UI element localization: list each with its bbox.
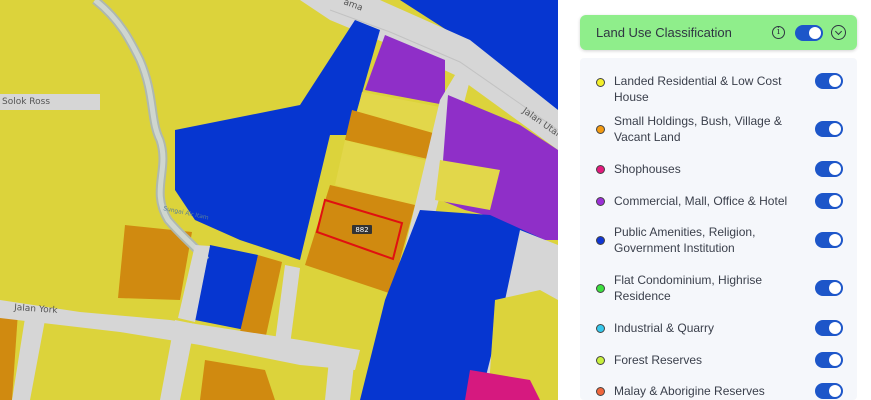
panel-title: Land Use Classification [596,25,732,40]
toggle-malay-reserves[interactable] [815,383,843,399]
color-swatch-icon [596,356,605,365]
legend-label: Small Holdings, Bush, Village & Vacant L… [614,114,782,144]
legend-label: Industrial & Quarry [614,321,715,335]
map-view[interactable]: 882 Solok Ross Jalan York Jalan Utama am… [0,0,558,400]
legend-label: Shophouses [614,162,681,176]
color-swatch-icon [596,284,605,293]
info-icon[interactable]: i [772,26,785,39]
legend-label: Forest Reserves [614,353,703,367]
layer-toggle[interactable] [795,25,823,41]
toggle-forest[interactable] [815,352,843,368]
legend-label: Landed Residential & Low Cost House [614,74,782,104]
legend-list: Landed Residential & Low Cost House Smal… [580,58,857,400]
color-swatch-icon [596,78,605,87]
legend-label: Flat Condominium, Highrise Residence [614,273,763,303]
legend-label: Public Amenities, Religion, Government I… [614,225,756,255]
legend-label: Malay & Aborigine Reserves [614,384,765,398]
legend-label: Commercial, Mall, Office & Hotel [614,194,788,208]
color-swatch-icon [596,165,605,174]
color-swatch-icon [596,197,605,206]
toggle-industrial[interactable] [815,320,843,336]
color-swatch-icon [596,324,605,333]
color-swatch-icon [596,236,605,245]
toggle-shophouses[interactable] [815,161,843,177]
toggle-public[interactable] [815,232,843,248]
map-canvas: 882 Solok Ross Jalan York Jalan Utama am… [0,0,558,400]
land-use-panel: Land Use Classification i Landed Residen… [558,0,871,400]
toggle-commercial[interactable] [815,193,843,209]
color-swatch-icon [596,387,605,396]
toggle-smallholdings[interactable] [815,121,843,137]
parcel-label: 882 [355,226,368,234]
road-label-solok-ross: Solok Ross [2,97,50,107]
toggle-residential[interactable] [815,73,843,89]
toggle-flat[interactable] [815,280,843,296]
chevron-down-icon[interactable] [831,25,846,40]
color-swatch-icon [596,125,605,134]
panel-header: Land Use Classification i [580,15,857,50]
